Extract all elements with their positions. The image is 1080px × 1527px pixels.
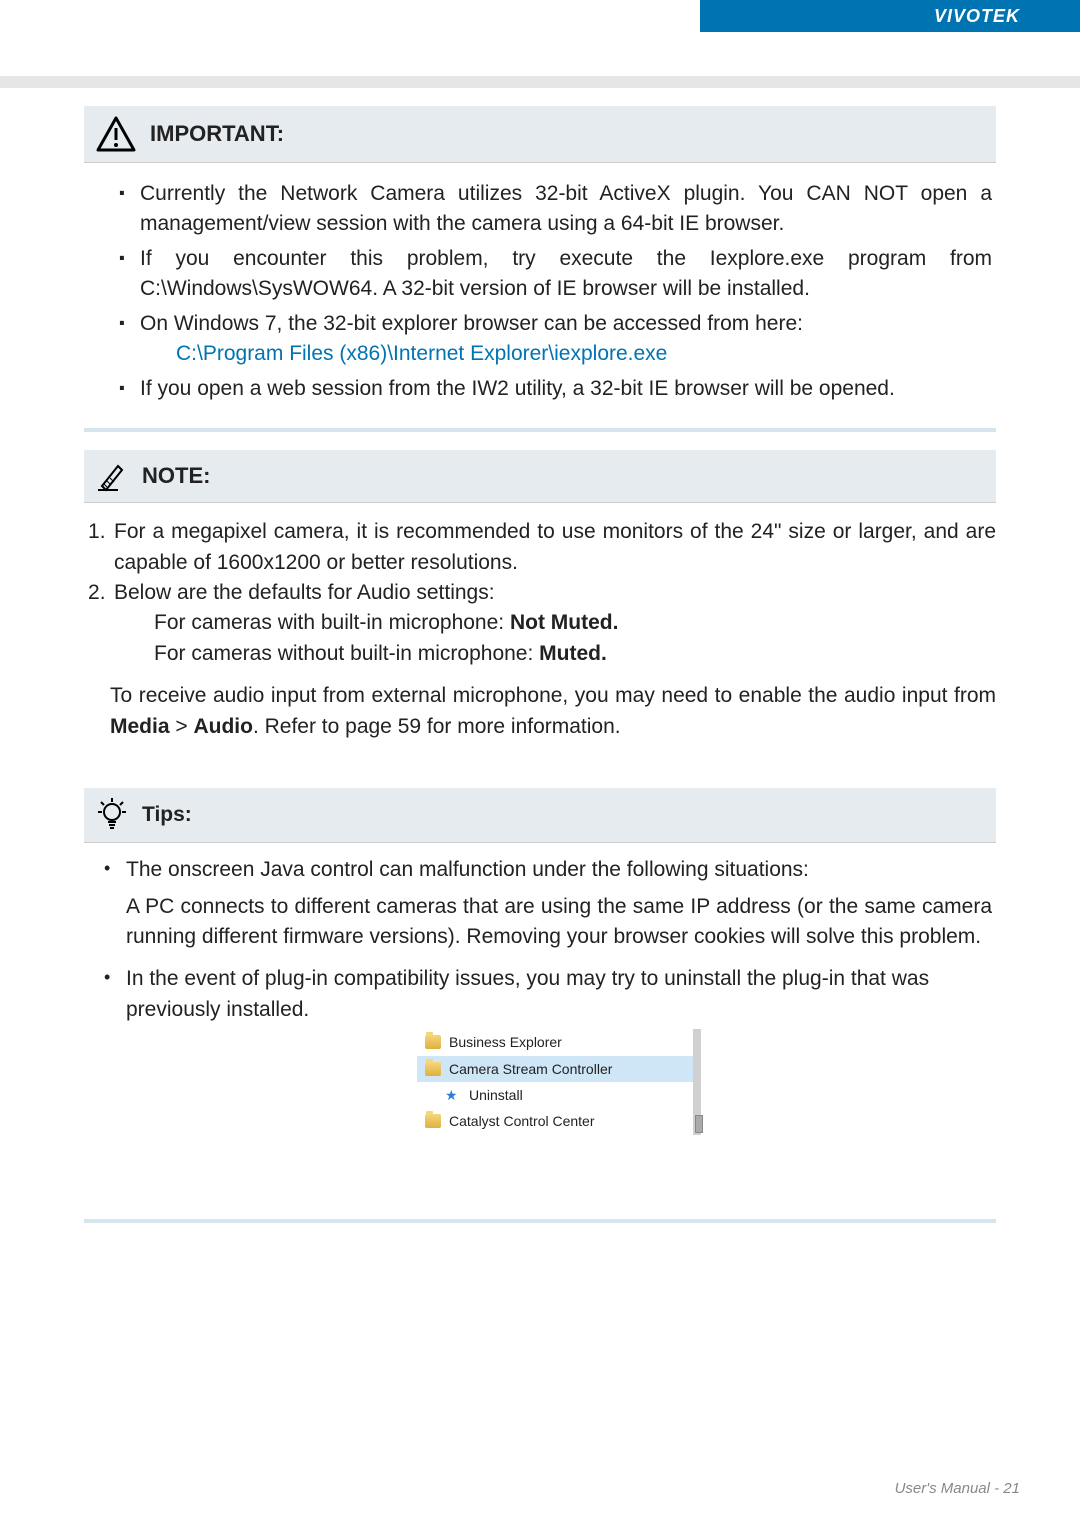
bold-text: Muted. — [539, 642, 607, 665]
file-path: C:\Program Files (x86)\Internet Explorer… — [140, 339, 992, 369]
section-divider — [84, 428, 996, 432]
text: To receive audio input from external mic… — [110, 684, 996, 707]
important-header: IMPORTANT: — [84, 106, 996, 163]
uninstall-icon — [445, 1087, 461, 1103]
important-title: IMPORTANT: — [150, 121, 284, 147]
scrollbar-thumb — [695, 1115, 703, 1133]
important-body: Currently the Network Camera utilizes 32… — [84, 163, 996, 422]
list-item: In the event of plug-in compatibility is… — [104, 964, 992, 1134]
note-body: For a megapixel camera, it is recommende… — [84, 503, 996, 742]
list-item-text: Below are the defaults for Audio setting… — [114, 581, 495, 604]
list-item-text: In the event of plug-in compatibility is… — [126, 967, 929, 1020]
text: . Refer to page 59 for more information. — [253, 715, 621, 738]
folder-icon — [425, 1062, 441, 1076]
lightbulb-icon — [96, 798, 128, 832]
list-item: Currently the Network Camera utilizes 32… — [122, 179, 992, 240]
note-list: For a megapixel camera, it is recommende… — [84, 517, 996, 669]
menu-label: Catalyst Control Center — [449, 1111, 595, 1131]
menu-row-highlight: Camera Stream Controller — [417, 1056, 693, 1082]
text: For cameras with built-in microphone: — [154, 611, 510, 634]
pencil-icon — [96, 460, 128, 492]
list-item: If you encounter this problem, try execu… — [122, 244, 992, 305]
note-header: NOTE: — [84, 450, 996, 503]
menu-row: Catalyst Control Center — [417, 1108, 693, 1134]
menu-label: Business Explorer — [449, 1032, 562, 1052]
brand-label: VIVOTEK — [934, 6, 1020, 27]
text: > — [170, 715, 194, 738]
note-sub-line: For cameras without built-in microphone:… — [114, 639, 996, 669]
list-item: Below are the defaults for Audio setting… — [88, 578, 996, 669]
menu-label: Uninstall — [469, 1085, 523, 1105]
uninstall-menu-image: Business Explorer Camera Stream Controll… — [417, 1029, 701, 1134]
tips-title: Tips: — [142, 803, 192, 827]
tips-list: The onscreen Java control can malfunctio… — [86, 855, 992, 1134]
tips-section: Tips: The onscreen Java control can malf… — [84, 788, 996, 1150]
list-item: The onscreen Java control can malfunctio… — [104, 855, 992, 952]
list-item: On Windows 7, the 32-bit explorer browse… — [122, 309, 992, 370]
content-area: IMPORTANT: Currently the Network Camera … — [0, 88, 1080, 1171]
bottom-divider — [84, 1219, 996, 1223]
important-list: Currently the Network Camera utilizes 32… — [104, 179, 992, 404]
list-item-text: The onscreen Java control can malfunctio… — [126, 858, 809, 881]
tips-header: Tips: — [84, 788, 996, 843]
page-footer: User's Manual - 21 — [895, 1480, 1020, 1497]
header-accent-wrap: VIVOTEK — [0, 0, 1080, 32]
page: VIVOTEK IMPORTANT: Currently the Network… — [0, 0, 1080, 1527]
note-paragraph: To receive audio input from external mic… — [84, 681, 996, 742]
warning-icon — [96, 116, 136, 152]
header-accent: VIVOTEK — [700, 0, 1080, 32]
bold-text: Not Muted. — [510, 611, 618, 634]
list-item: For a megapixel camera, it is recommende… — [88, 517, 996, 578]
folder-icon — [425, 1035, 441, 1049]
text: For cameras without built-in microphone: — [154, 642, 539, 665]
tips-sub-text: A PC connects to different cameras that … — [126, 892, 992, 953]
note-title: NOTE: — [142, 463, 210, 489]
tips-body: The onscreen Java control can malfunctio… — [84, 843, 996, 1150]
list-item-text: On Windows 7, the 32-bit explorer browse… — [140, 312, 803, 335]
note-sub-line: For cameras with built-in microphone: No… — [114, 608, 996, 638]
bold-text: Audio — [193, 715, 252, 738]
menu-subrow: Uninstall — [417, 1082, 693, 1108]
folder-icon — [425, 1114, 441, 1128]
menu-row: Business Explorer — [417, 1029, 693, 1055]
menu-label: Camera Stream Controller — [449, 1059, 612, 1079]
header-separator — [0, 76, 1080, 88]
list-item: If you open a web session from the IW2 u… — [122, 374, 992, 404]
bold-text: Media — [110, 715, 170, 738]
